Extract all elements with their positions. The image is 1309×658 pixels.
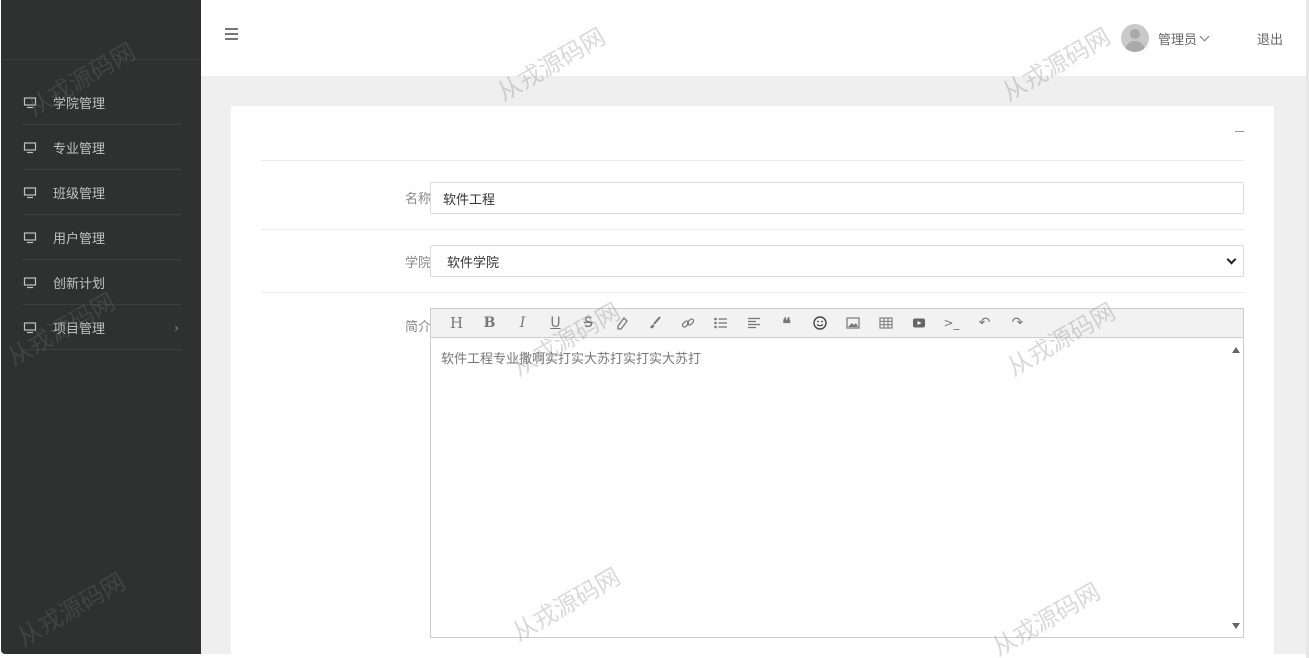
monitor-icon [23,96,37,109]
image-icon[interactable] [836,310,869,336]
avatar [1121,24,1149,52]
chevron-down-icon [1199,31,1210,41]
user-name: 管理员 [1158,32,1198,48]
monitor-icon [23,276,37,289]
table-icon[interactable] [869,310,902,336]
brush-icon[interactable] [638,310,671,336]
underline-icon[interactable]: U [539,310,572,336]
italic-icon[interactable]: I [506,310,539,336]
bold-icon[interactable]: B [473,310,506,336]
eraser-icon[interactable] [605,310,638,336]
emoji-icon[interactable] [803,310,836,336]
monitor-icon [23,141,37,154]
quote-icon[interactable]: ❝ [770,310,803,336]
sidebar-item-label: 项目管理 [53,322,106,337]
sidebar-item-users[interactable]: 用户管理 [1,215,201,260]
college-row: 学院 软件学院 [261,230,1244,293]
scroll-up-icon[interactable] [1232,347,1240,353]
sidebar-nav: 学院管理 专业管理 班级管理 用户管理 创新计划 项目管理 › [1,60,201,350]
sidebar-item-projects[interactable]: 项目管理 › [1,305,201,350]
monitor-icon [23,321,37,334]
rich-text-editor[interactable]: H B I U S ❝ >_ ↶ ↷ 软件工程专业撒啊实打实大苏打实打实大苏打 [430,308,1244,638]
strikethrough-icon[interactable]: S [572,310,605,336]
sidebar-item-innovation[interactable]: 创新计划 [1,260,201,305]
logout-link[interactable]: 退出 [1257,29,1283,48]
collapse-icon[interactable] [1235,131,1244,132]
hamburger-icon[interactable] [225,28,243,48]
form-panel: 名称 软件工程 学院 软件学院 简介 H B I U S ❝ >_ ↶ ↷ 软件… [231,106,1274,658]
name-value: 软件工程 [443,192,496,208]
monitor-icon [23,186,37,199]
chevron-right-icon: › [174,320,179,335]
link-icon[interactable] [671,310,704,336]
sidebar-item-label: 创新计划 [53,277,106,292]
code-icon[interactable]: >_ [935,310,968,336]
chevron-down-icon [1226,254,1237,265]
college-select[interactable]: 软件学院 [430,245,1244,277]
name-row: 名称 软件工程 [261,162,1244,230]
college-label: 学院 [404,256,431,271]
intro-label: 简介 [404,320,431,335]
redo-icon[interactable]: ↷ [1001,310,1034,336]
sidebar-logo [1,0,201,60]
user-menu[interactable]: 管理员 [1121,24,1210,52]
sidebar-item-major[interactable]: 专业管理 [1,125,201,170]
college-value: 软件学院 [447,255,500,271]
sidebar-item-label: 学院管理 [53,97,106,112]
sidebar-item-label: 专业管理 [53,142,106,157]
undo-icon[interactable]: ↶ [968,310,1001,336]
sidebar-item-class[interactable]: 班级管理 [1,170,201,215]
panel-header [261,106,1244,161]
align-icon[interactable] [737,310,770,336]
monitor-icon [23,231,37,244]
name-field[interactable]: 软件工程 [430,182,1244,214]
heading-icon[interactable]: H [440,310,473,336]
editor-toolbar: H B I U S ❝ >_ ↶ ↷ [431,309,1243,338]
top-header: 管理员 退出 [201,0,1307,76]
scroll-down-icon[interactable] [1232,623,1240,629]
sidebar-item-label: 用户管理 [53,232,106,247]
sidebar-item-college[interactable]: 学院管理 [1,80,201,125]
list-icon[interactable] [704,310,737,336]
editor-content[interactable]: 软件工程专业撒啊实打实大苏打实打实大苏打 [431,338,1243,377]
sidebar: 学院管理 专业管理 班级管理 用户管理 创新计划 项目管理 › [1,0,201,654]
video-icon[interactable] [902,310,935,336]
sidebar-item-label: 班级管理 [53,187,106,202]
name-label: 名称 [404,192,431,207]
